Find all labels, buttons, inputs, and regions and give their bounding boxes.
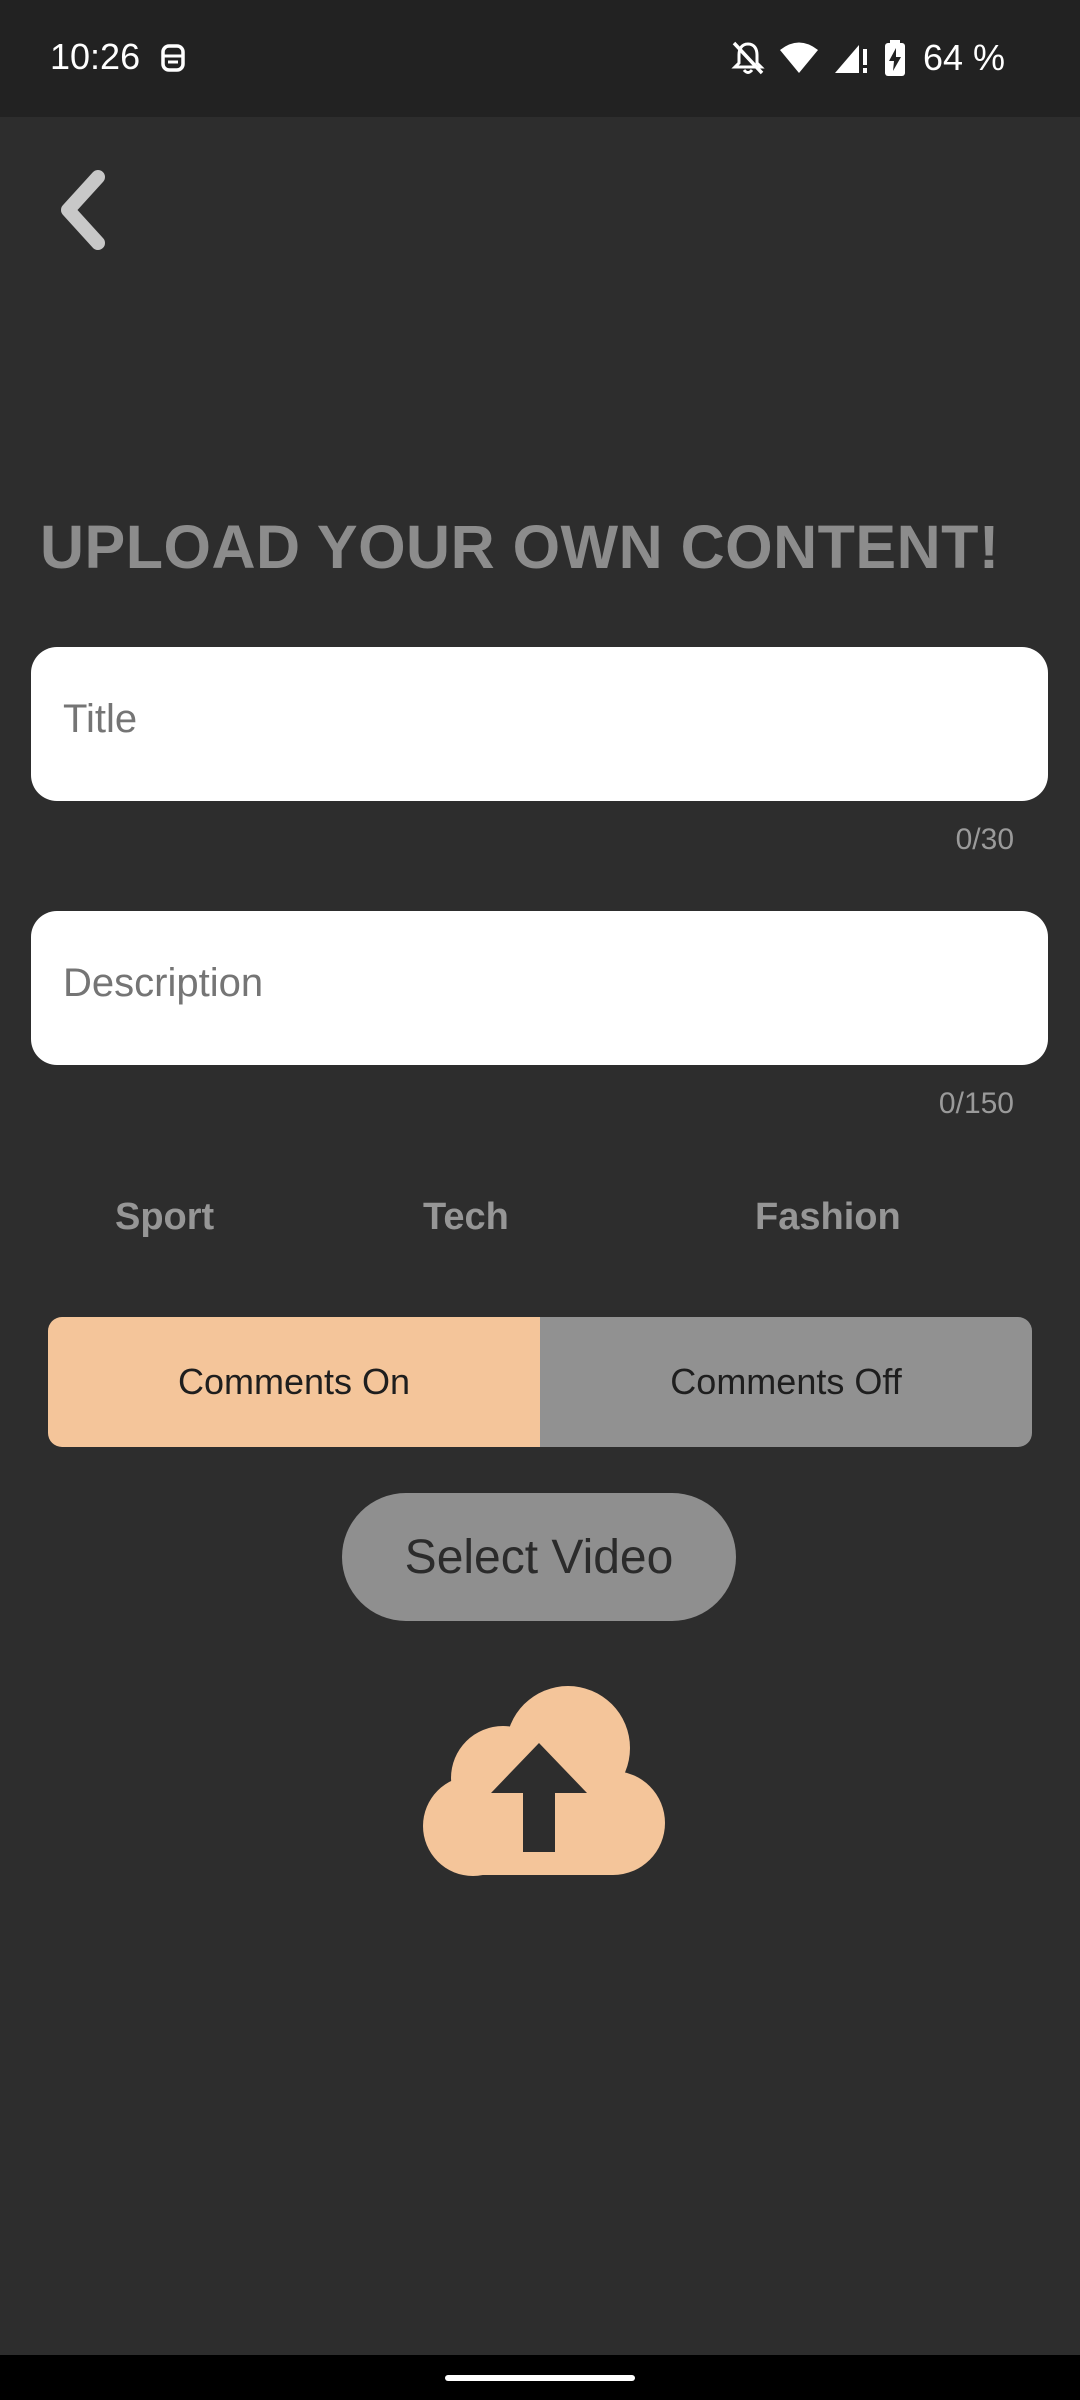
battery-charging-icon: [884, 40, 905, 76]
home-indicator[interactable]: [445, 2375, 635, 2381]
description-placeholder: Description: [63, 961, 264, 1005]
back-button[interactable]: [50, 165, 120, 255]
notification-monitor-icon: [161, 44, 185, 72]
category-tech[interactable]: Tech: [423, 1196, 509, 1239]
navigation-bar: [0, 2355, 1080, 2400]
battery-percent: 64 %: [922, 37, 1005, 78]
cellular-signal-icon: [834, 45, 867, 73]
comments-on-button[interactable]: Comments On: [48, 1317, 540, 1447]
comments-off-button[interactable]: Comments Off: [540, 1317, 1032, 1447]
comments-toggle: Comments On Comments Off: [48, 1317, 1032, 1447]
select-video-button[interactable]: Select Video: [342, 1493, 736, 1621]
bell-off-icon: [731, 41, 765, 75]
cloud-upload-icon[interactable]: [408, 1678, 672, 1878]
wifi-icon: [779, 42, 818, 73]
description-field[interactable]: Description: [31, 911, 1048, 1065]
chevron-left-icon: [61, 170, 105, 250]
page-title: UPLOAD YOUR OWN CONTENT!: [40, 513, 1000, 581]
status-icons: 64 %: [731, 36, 1005, 80]
status-time: 10:26: [50, 36, 141, 77]
status-bar: 10:26 64 %: [0, 0, 1080, 117]
title-field[interactable]: Title: [31, 647, 1048, 801]
category-fashion[interactable]: Fashion: [755, 1196, 901, 1239]
category-sport[interactable]: Sport: [115, 1196, 214, 1239]
title-char-counter: 0/30: [955, 823, 1014, 856]
description-char-counter: 0/150: [938, 1087, 1014, 1120]
title-placeholder: Title: [63, 697, 138, 741]
